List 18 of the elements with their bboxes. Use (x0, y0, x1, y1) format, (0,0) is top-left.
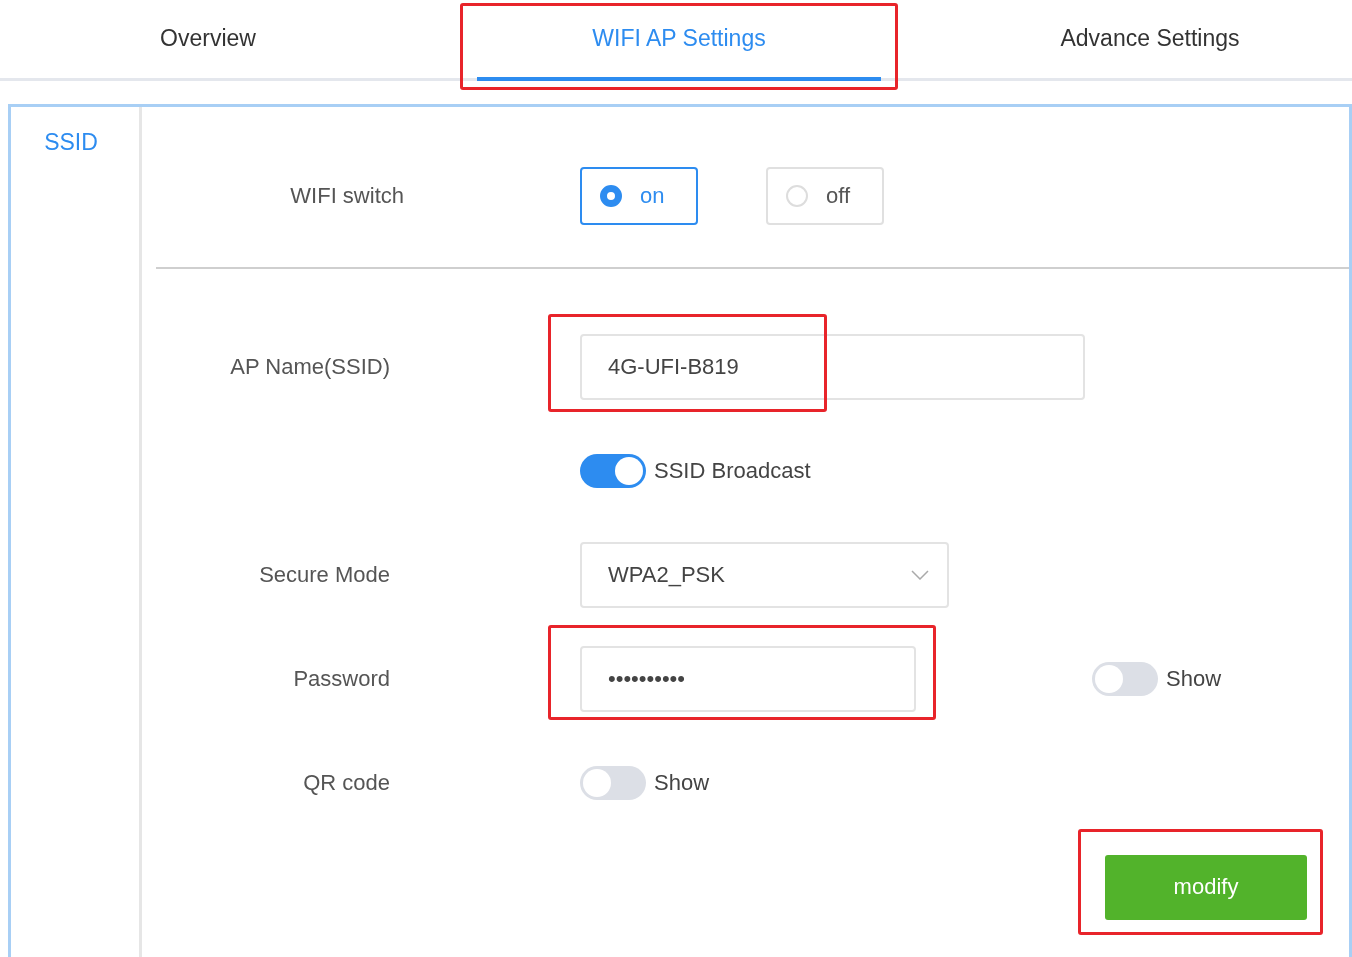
toggle-label: Show (654, 770, 710, 796)
toggle-switch[interactable] (580, 454, 646, 488)
chevron-down-icon (911, 570, 929, 580)
select-field[interactable]: WPA2_PSK (580, 542, 949, 608)
field-label: Secure Mode (258, 562, 390, 588)
field-label: Password (292, 666, 390, 692)
password-field[interactable]: •••••••••• (580, 646, 916, 712)
tab[interactable]: Overview (8, 0, 408, 81)
tab[interactable]: Advance Settings (950, 0, 1350, 81)
field-label: WIFI switch (289, 183, 404, 209)
toggle-switch[interactable] (580, 766, 646, 800)
toggle-label: SSID Broadcast (654, 458, 811, 484)
field-label: AP Name(SSID) (229, 354, 390, 380)
toggle-switch[interactable] (1092, 662, 1158, 696)
toggle-label: Show (1166, 666, 1222, 692)
field-label: QR code (302, 770, 390, 796)
radio-option[interactable]: off (766, 167, 884, 225)
input-field[interactable]: 4G-UFI-B819 (580, 334, 1085, 400)
